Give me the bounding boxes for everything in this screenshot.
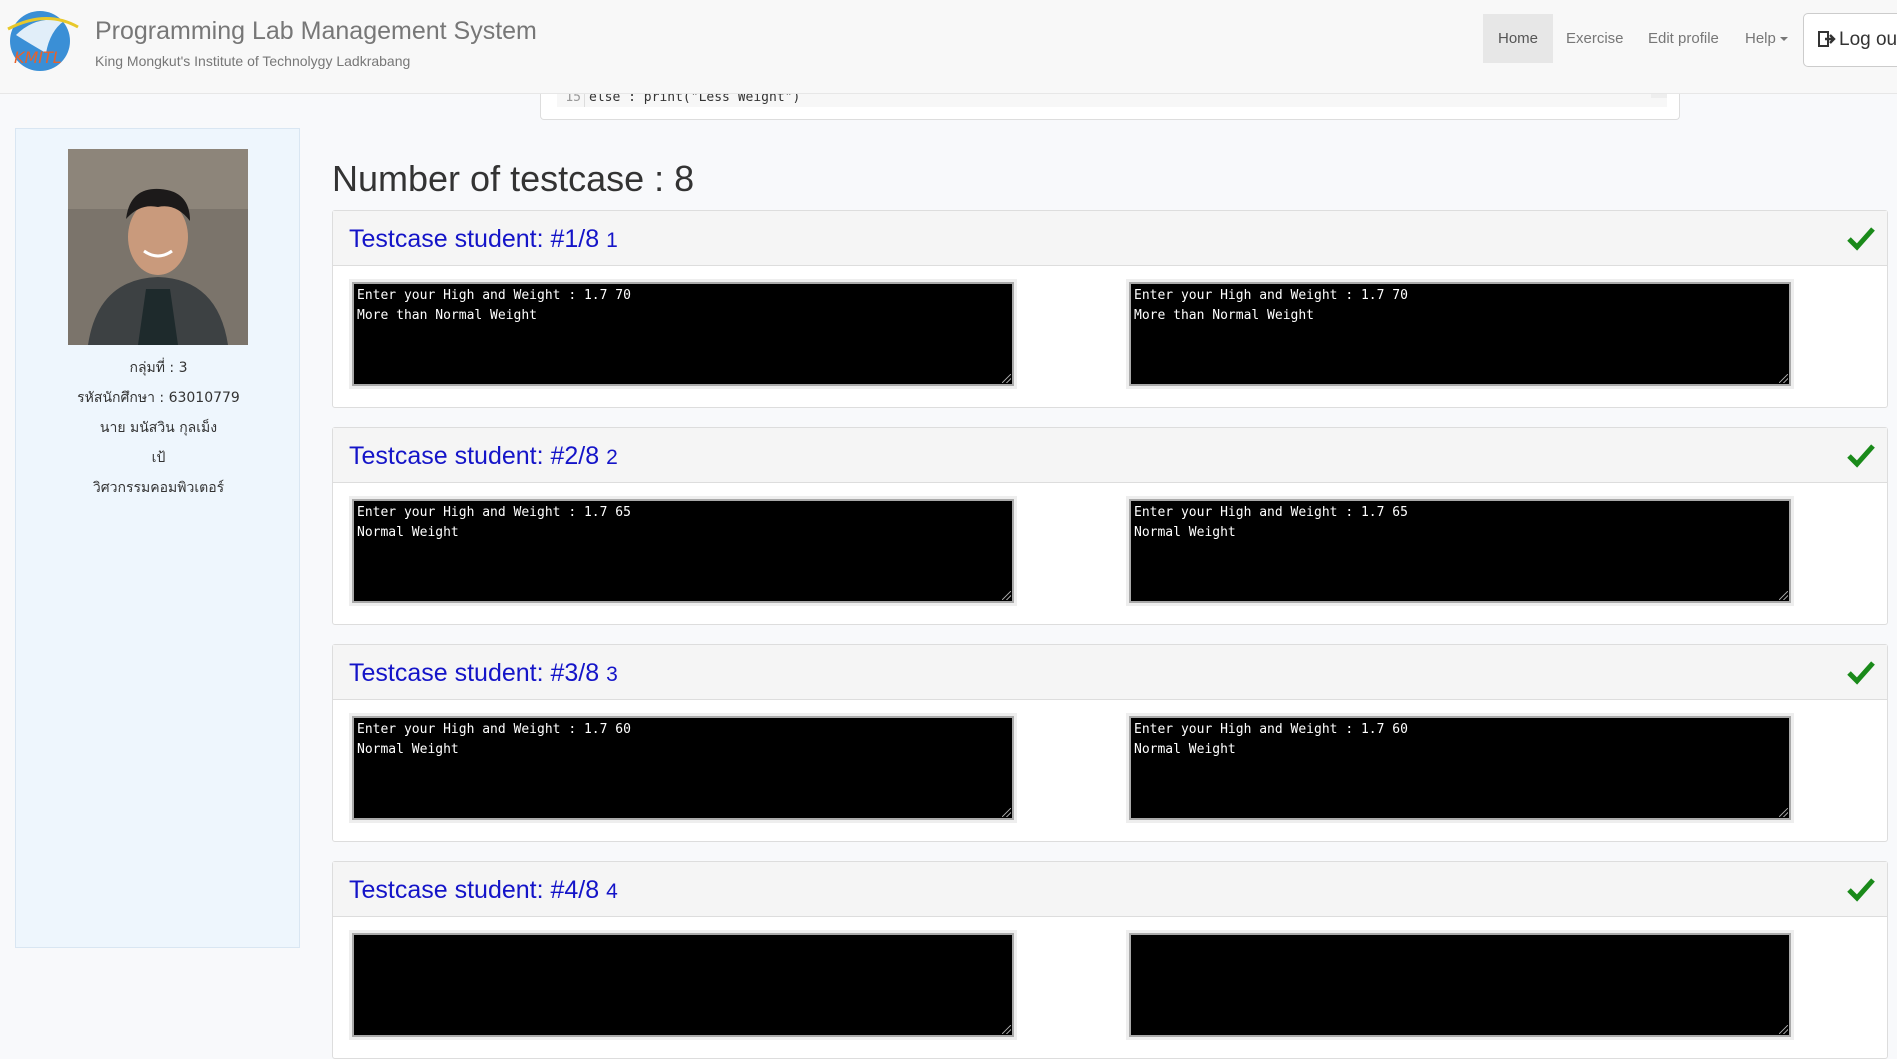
testcase-panel: Testcase student: #1/8 1 Enter your High… [332,210,1888,408]
nav-help[interactable]: Help [1730,14,1803,63]
profile-sidebar: กลุ่มที่ : 3 รหัสนักศึกษา : 63010779 นาย… [15,128,300,948]
student-name: นาย มนัสวิน กุลเม็ง [99,420,218,436]
testcase-number: 1 [606,229,618,252]
testcase-number: 3 [606,663,618,686]
avatar [68,149,248,345]
testcase-header: Testcase student: #1/8 1 [333,211,1887,266]
logo-text: KMITL [14,48,62,67]
testcase-panel: Testcase student: #3/8 3 Enter your High… [332,644,1888,842]
nav-home[interactable]: Home [1483,14,1554,63]
testcase-title: Testcase student: #3/8 3 [349,659,618,688]
resize-handle[interactable] [1779,591,1788,600]
check-icon [1847,878,1875,902]
testcase-header: Testcase student: #3/8 3 [333,645,1887,700]
testcase-title: Testcase student: #1/8 1 [349,225,618,254]
testcase-panel: Testcase student: #4/8 4 [332,861,1888,1059]
testcase-header: Testcase student: #4/8 4 [333,862,1887,917]
testcase-title-text: Testcase student: #2/8 [349,442,600,470]
top-navbar: KMITL Programming Lab Management System … [0,0,1897,94]
testcase-title-text: Testcase student: #4/8 [349,876,600,904]
group-number: กลุ่มที่ : 3 [129,360,188,376]
testcase-panel: Testcase student: #2/8 2 Enter your High… [332,427,1888,625]
student-output-textarea[interactable]: Enter your High and Weight : 1.7 70 More… [352,282,1014,386]
resize-handle[interactable] [1002,591,1011,600]
kmitl-logo[interactable]: KMITL [6,5,80,73]
app-subtitle: King Mongkut's Institute of Technolygy L… [95,53,411,69]
app-title[interactable]: Programming Lab Management System [95,17,537,46]
resize-handle[interactable] [1002,374,1011,383]
logout-icon [1818,31,1836,47]
student-id: รหัสนักศึกษา : 63010779 [77,390,240,406]
testcase-count-heading: Number of testcase : 8 [332,158,695,199]
expected-output-textarea[interactable] [1129,933,1791,1037]
check-icon [1847,227,1875,251]
testcase-title-text: Testcase student: #1/8 [349,225,600,253]
resize-handle[interactable] [1779,374,1788,383]
expected-output-textarea[interactable]: Enter your High and Weight : 1.7 70 More… [1129,282,1791,386]
testcase-header: Testcase student: #2/8 2 [333,428,1887,483]
resize-handle[interactable] [1002,808,1011,817]
resize-handle[interactable] [1002,1025,1011,1034]
expected-output-textarea[interactable]: Enter your High and Weight : 1.7 60 Norm… [1129,716,1791,820]
resize-handle[interactable] [1779,1025,1788,1034]
nav-help-label: Help [1745,30,1776,47]
nav-exercise[interactable]: Exercise [1551,14,1639,63]
student-department: วิศวกรรมคอมพิวเตอร์ [92,480,225,496]
nav-edit-profile[interactable]: Edit profile [1633,14,1734,63]
chevron-down-icon [1779,37,1788,42]
check-icon [1847,444,1875,468]
resize-handle[interactable] [1779,808,1788,817]
testcase-number: 4 [606,880,618,903]
logout-label: Log out [1839,29,1897,50]
testcase-number: 2 [606,446,618,469]
student-nickname: เป้ [151,450,166,466]
testcase-title-text: Testcase student: #3/8 [349,659,600,687]
testcase-title: Testcase student: #2/8 2 [349,442,618,471]
student-output-textarea[interactable] [352,933,1014,1037]
logout-button[interactable]: Log out [1803,13,1897,67]
check-icon [1847,661,1875,685]
student-output-textarea[interactable]: Enter your High and Weight : 1.7 65 Norm… [352,499,1014,603]
testcase-title: Testcase student: #4/8 4 [349,876,618,905]
expected-output-textarea[interactable]: Enter your High and Weight : 1.7 65 Norm… [1129,499,1791,603]
student-output-textarea[interactable]: Enter your High and Weight : 1.7 60 Norm… [352,716,1014,820]
